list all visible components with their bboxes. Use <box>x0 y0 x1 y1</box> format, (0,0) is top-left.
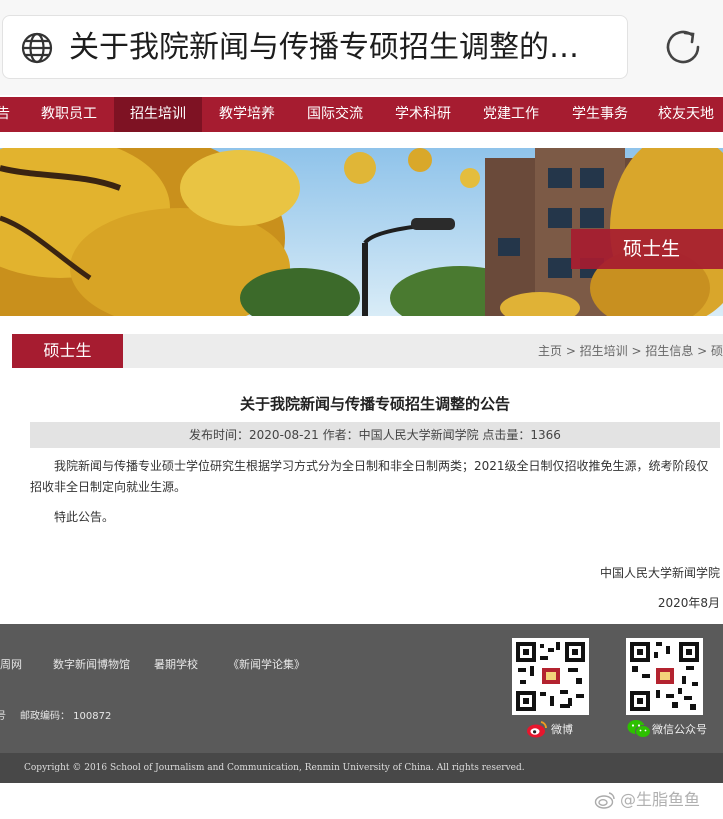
nav-item-teaching[interactable]: 教学培养 <box>204 97 290 132</box>
nav-item-announcement[interactable]: 告 <box>0 97 12 132</box>
nav-item-international[interactable]: 国际交流 <box>292 97 378 132</box>
wechat-qr-code <box>626 638 703 715</box>
footer <box>0 624 723 753</box>
browser-toolbar: 关于我院新闻与传播专硕招生调整的… <box>0 0 723 95</box>
nav-item-staff[interactable]: 教职员工 <box>26 97 112 132</box>
nav-item-student-affairs[interactable]: 学生事务 <box>556 97 644 132</box>
section-tab: 硕士生 <box>12 334 123 368</box>
address-bar[interactable]: 关于我院新闻与传播专硕招生调整的… <box>2 15 628 79</box>
breadcrumb[interactable]: 主页 > 招生培训 > 招生信息 > 硕士生 <box>538 343 723 359</box>
article-body: 我院新闻与传播专业硕士学位研究生根据学习方式分为全日制和非全日制两类；2021级… <box>30 459 709 494</box>
footer-address-fragment: 号 <box>0 711 6 722</box>
reload-icon[interactable] <box>660 24 706 70</box>
weibo-label[interactable]: 微博 <box>551 723 573 737</box>
address-text[interactable]: 关于我院新闻与传播专硕招生调整的… <box>69 26 621 70</box>
footer-link-journal[interactable]: 《新闻学论集》 <box>228 658 305 672</box>
nav-item-admissions[interactable]: 招生培训 <box>114 97 202 132</box>
article-ending: 特此公告。 <box>54 510 115 524</box>
wechat-label[interactable]: 微信公众号 <box>652 723 707 737</box>
footer-link-summer-school[interactable]: 暑期学校 <box>154 658 198 672</box>
nav-item-alumni[interactable]: 校友天地 <box>646 97 723 132</box>
globe-icon <box>21 32 53 64</box>
copyright-text: Copyright © 2016 School of Journalism an… <box>24 763 525 773</box>
watermark-text: @生脂鱼鱼 <box>620 790 701 809</box>
wechat-icon[interactable] <box>627 719 651 739</box>
weibo-qr-code <box>512 638 589 715</box>
banner-tag: 硕士生 <box>571 229 723 269</box>
article-title: 关于我院新闻与传播专硕招生调整的公告 <box>239 395 510 413</box>
footer-link-museum[interactable]: 数字新闻博物馆 <box>53 658 130 672</box>
main-nav: 告 教职员工 招生培训 教学培养 国际交流 学术科研 党建工作 学生事务 校友天… <box>0 97 723 132</box>
weibo-icon[interactable] <box>526 720 548 738</box>
nav-item-party[interactable]: 党建工作 <box>468 97 554 132</box>
article-meta: 发布时间：2020-08-21 作者：中国人民大学新闻学院 点击量：1366 <box>30 422 720 448</box>
nav-item-research[interactable]: 学术科研 <box>380 97 466 132</box>
footer-link-weekly[interactable]: 周网 <box>0 658 22 672</box>
weibo-watermark-icon <box>594 791 616 809</box>
footer-postal-code: 邮政编码： 100872 <box>20 711 112 722</box>
article-signature: 中国人民大学新闻学院 <box>599 566 720 580</box>
article-date: 2020年8月 <box>657 596 720 610</box>
